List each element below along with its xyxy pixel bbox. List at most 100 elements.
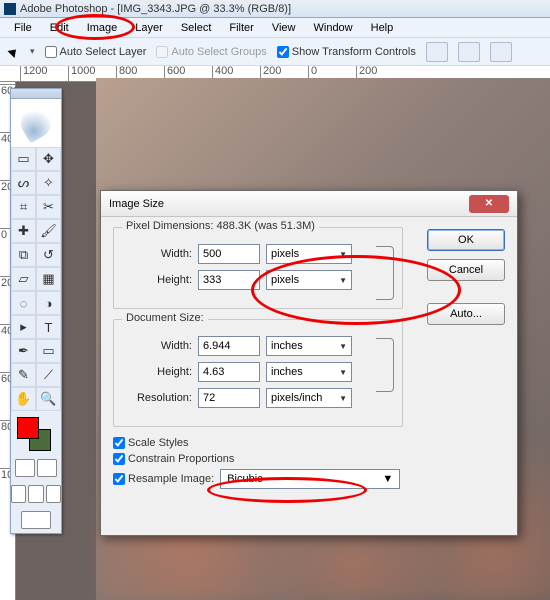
doc-height-unit[interactable]: inches▼ [266, 362, 352, 382]
eraser-tool[interactable]: ▱ [11, 267, 36, 291]
constrain-proportions-input[interactable] [113, 453, 125, 465]
cancel-button[interactable]: Cancel [427, 259, 505, 281]
image-size-dialog: Image Size ✕ Pixel Dimensions: 488.3K (w… [100, 190, 518, 536]
zoom-tool[interactable]: 🔍 [36, 387, 61, 411]
dialog-titlebar[interactable]: Image Size ✕ [101, 191, 517, 217]
jump-to-button[interactable] [21, 511, 51, 529]
color-swatches[interactable] [11, 411, 61, 455]
pen-tool[interactable]: ✒ [11, 339, 36, 363]
gradient-tool[interactable]: ▦ [36, 267, 61, 291]
quickmask-mode-button[interactable] [37, 459, 57, 477]
auto-select-groups-input [156, 46, 168, 58]
px-width-input[interactable] [198, 244, 260, 264]
wand-tool[interactable]: ✧ [36, 171, 61, 195]
auto-button[interactable]: Auto... [427, 303, 505, 325]
window-titlebar: Adobe Photoshop - [IMG_3343.JPG @ 33.3% … [0, 0, 550, 18]
auto-select-layer-input[interactable] [45, 46, 57, 58]
menu-view[interactable]: View [264, 20, 304, 36]
history-brush-tool[interactable]: ↺ [36, 243, 61, 267]
constrain-proportions-checkbox[interactable]: Constrain Proportions [113, 453, 505, 465]
scale-styles-checkbox[interactable]: Scale Styles [113, 437, 505, 449]
marquee-tool[interactable]: ▭ [11, 147, 36, 171]
dialog-options: Scale Styles Constrain Proportions Resam… [113, 437, 505, 489]
chevron-down-icon: ▼ [382, 473, 393, 485]
path-tool[interactable]: ▸ [11, 315, 36, 339]
menu-select[interactable]: Select [173, 20, 220, 36]
screen-mode-3[interactable] [46, 485, 61, 503]
hand-tool[interactable]: ✋ [11, 387, 36, 411]
ok-button[interactable]: OK [427, 229, 505, 251]
feather-icon [16, 103, 57, 144]
px-height-label: Height: [124, 274, 192, 286]
jump-row [11, 507, 61, 533]
chevron-down-icon: ▼ [339, 276, 347, 285]
menu-layer[interactable]: Layer [127, 20, 171, 36]
pixel-dimensions-group: Pixel Dimensions: 488.3K (was 51.3M) Wid… [113, 227, 403, 309]
heal-tool[interactable]: ✚ [11, 219, 36, 243]
dropdown-icon[interactable]: ▾ [30, 46, 35, 57]
workspace: 60040020002004006008001000 ▭ ✥ ᔕ ✧ ⌗ ✂ ✚… [0, 82, 550, 600]
resolution-unit[interactable]: pixels/inch▼ [266, 388, 352, 408]
align-button-2[interactable] [458, 42, 480, 62]
close-button[interactable]: ✕ [469, 195, 509, 213]
doc-size-label: Document Size: [122, 312, 208, 324]
align-button-3[interactable] [490, 42, 512, 62]
blur-tool[interactable]: ◌ [11, 291, 36, 315]
crop-tool[interactable]: ⌗ [11, 195, 36, 219]
options-bar: ▾ Auto Select Layer Auto Select Groups S… [0, 38, 550, 66]
dialog-title: Image Size [109, 198, 164, 210]
toolbox-grip[interactable] [11, 89, 61, 99]
scale-styles-input[interactable] [113, 437, 125, 449]
move-tool-icon[interactable] [6, 45, 20, 59]
toolbox: ▭ ✥ ᔕ ✧ ⌗ ✂ ✚ 🖌 ⧉ ↺ ▱ ▦ ◌ ◑ ▸ T ✒ ▭ ✎ ⟋ … [10, 88, 62, 534]
window-title: Adobe Photoshop - [IMG_3343.JPG @ 33.3% … [20, 3, 291, 15]
screenmode-row [11, 481, 61, 507]
menu-bar: File Edit Image Layer Select Filter View… [0, 18, 550, 38]
menu-window[interactable]: Window [306, 20, 361, 36]
chevron-down-icon: ▼ [339, 394, 347, 403]
type-tool[interactable]: T [36, 315, 61, 339]
tool-preview [11, 99, 61, 147]
align-button-1[interactable] [426, 42, 448, 62]
foreground-color-swatch[interactable] [17, 417, 39, 439]
pixel-dim-label: Pixel Dimensions: 488.3K (was 51.3M) [122, 220, 319, 232]
resolution-label: Resolution: [124, 392, 192, 404]
menu-file[interactable]: File [6, 20, 40, 36]
auto-select-groups-checkbox: Auto Select Groups [156, 46, 266, 58]
slice-tool[interactable]: ✂ [36, 195, 61, 219]
px-height-input[interactable] [198, 270, 260, 290]
menu-edit[interactable]: Edit [42, 20, 77, 36]
px-height-unit[interactable]: pixels▼ [266, 270, 352, 290]
screen-mode-2[interactable] [28, 485, 43, 503]
dialog-buttons: OK Cancel Auto... [427, 229, 505, 325]
menu-image[interactable]: Image [79, 20, 126, 36]
doc-height-input[interactable] [198, 362, 260, 382]
lasso-tool[interactable]: ᔕ [11, 171, 36, 195]
menu-help[interactable]: Help [363, 20, 402, 36]
px-width-unit[interactable]: pixels▼ [266, 244, 352, 264]
quickmask-row [11, 455, 61, 481]
shape-tool[interactable]: ▭ [36, 339, 61, 363]
resample-mode-select[interactable]: Bicubic▼ [220, 469, 400, 489]
notes-tool[interactable]: ✎ [11, 363, 36, 387]
chevron-down-icon: ▼ [339, 368, 347, 377]
doc-width-unit[interactable]: inches▼ [266, 336, 352, 356]
show-transform-input[interactable] [277, 46, 289, 58]
auto-select-layer-checkbox[interactable]: Auto Select Layer [45, 46, 147, 58]
dodge-tool[interactable]: ◑ [36, 291, 61, 315]
screen-mode-1[interactable] [11, 485, 26, 503]
stamp-tool[interactable]: ⧉ [11, 243, 36, 267]
show-transform-checkbox[interactable]: Show Transform Controls [277, 46, 416, 58]
eyedropper-tool[interactable]: ⟋ [36, 363, 61, 387]
standard-mode-button[interactable] [15, 459, 35, 477]
menu-filter[interactable]: Filter [221, 20, 261, 36]
resolution-input[interactable] [198, 388, 260, 408]
doc-width-input[interactable] [198, 336, 260, 356]
resample-checkbox[interactable]: Resample Image: [113, 473, 214, 485]
resample-input[interactable] [113, 473, 125, 485]
doc-height-label: Height: [124, 366, 192, 378]
app-icon [4, 3, 16, 15]
chevron-down-icon: ▼ [339, 342, 347, 351]
move-tool[interactable]: ✥ [36, 147, 61, 171]
brush-tool[interactable]: 🖌 [36, 219, 61, 243]
